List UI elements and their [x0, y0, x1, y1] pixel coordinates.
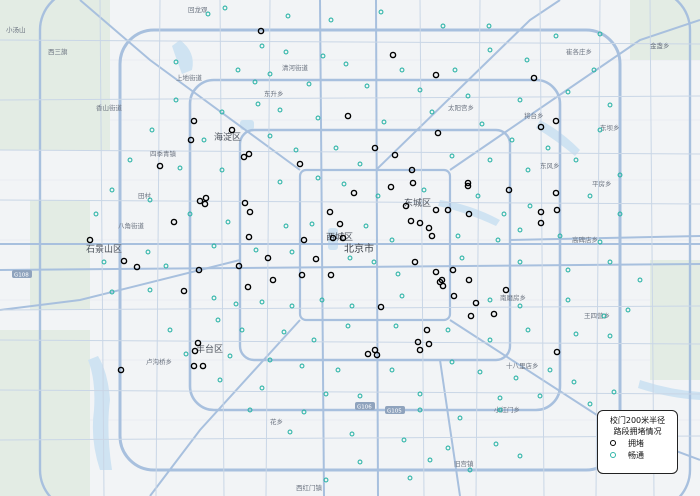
place-label: 十八里店乡 [506, 361, 539, 370]
legend-label-flow: 畅通 [628, 450, 644, 460]
place-label: 回龙观 [188, 5, 208, 14]
place-label: 东风乡 [540, 161, 560, 170]
place-label: 将台乡 [524, 111, 544, 120]
district-label-haidian: 海淀区 [214, 131, 241, 143]
place-label: 金盏乡 [650, 41, 670, 50]
legend-title-line2: 路段拥堵情况 [613, 427, 662, 436]
road-label-g105: G105 [387, 409, 402, 415]
place-label: 平房乡 [592, 179, 612, 188]
city-label-beijing: 北京市 [344, 242, 374, 255]
legend-label-jam: 拥堵 [628, 438, 644, 448]
legend-item-flow: 畅通 [610, 449, 677, 461]
place-label: 西三旗 [48, 47, 68, 56]
place-label: 四季青镇 [150, 149, 177, 158]
map-view[interactable]: G108 G106 G105 小汤山 西三旗 回龙观 太阳宫乡 将台乡 金盏乡 … [0, 0, 700, 496]
map-legend: 校门200米半径 路段拥堵情况 拥堵 畅通 [597, 410, 678, 474]
place-label: 小汤山 [6, 25, 26, 34]
place-label: 东升乡 [264, 89, 284, 98]
place-label: 崔各庄乡 [566, 47, 592, 56]
place-label: 高碑店乡 [572, 235, 598, 244]
place-label: 上地街道 [176, 73, 203, 82]
flow-circle-icon [610, 452, 616, 458]
map-canvas[interactable]: G108 G106 G105 小汤山 西三旗 回龙观 太阳宫乡 将台乡 金盏乡 … [0, 0, 700, 496]
place-label: 旧宫镇 [454, 459, 474, 468]
road-label-g108: G108 [14, 273, 29, 279]
district-label-shijingshan: 石景山区 [86, 244, 122, 255]
road-label-g106: G106 [357, 405, 372, 411]
place-label: 太阳宫乡 [448, 103, 474, 112]
place-label: 西红门镇 [296, 483, 323, 492]
legend-item-jam: 拥堵 [610, 437, 677, 449]
place-label: 南磨房乡 [500, 293, 526, 302]
jam-circle-icon [610, 440, 616, 446]
place-label: 卢沟桥乡 [146, 357, 172, 366]
place-label: 香山街道 [96, 103, 123, 112]
place-label: 八角街道 [118, 221, 145, 230]
place-label: 花乡 [270, 417, 283, 426]
place-label: 清河街道 [282, 63, 309, 72]
legend-title-line1: 校门200米半径 [609, 416, 666, 425]
place-label: 东坝乡 [600, 123, 620, 132]
